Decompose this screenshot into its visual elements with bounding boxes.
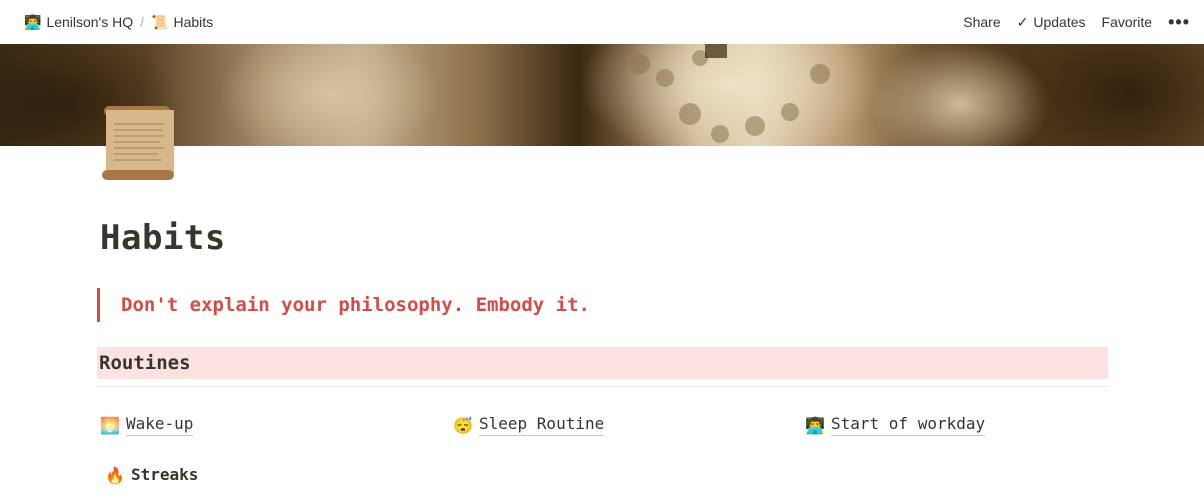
- share-button[interactable]: Share: [963, 14, 1000, 30]
- link-label: Wake-up: [126, 414, 194, 436]
- breadcrumb-item-habits[interactable]: 📜 Habits: [151, 12, 213, 33]
- checkmark-icon: ✓: [1016, 13, 1029, 30]
- technologist-icon: 👨‍💻: [24, 13, 42, 30]
- link-label: Sleep Routine: [479, 414, 605, 436]
- breadcrumb-item-workspace[interactable]: 👨‍💻 Lenilson's HQ: [24, 12, 133, 33]
- page-scroll-icon[interactable]: [100, 102, 176, 182]
- more-options-icon[interactable]: •••: [1168, 13, 1190, 31]
- page-title[interactable]: Habits: [100, 218, 226, 258]
- topbar: 👨‍💻 Lenilson's HQ / 📜 Habits Share ✓ Upd…: [0, 0, 1204, 44]
- link-start-of-workday[interactable]: 👨‍💻 Start of workday: [805, 414, 986, 436]
- sunrise-icon: 🌅: [100, 415, 120, 435]
- breadcrumb-label: Lenilson's HQ: [46, 14, 134, 30]
- link-label: Start of workday: [831, 414, 986, 436]
- link-label: Streaks: [131, 465, 199, 484]
- fire-icon: 🔥: [105, 466, 125, 485]
- scroll-icon: [102, 106, 174, 180]
- cover-image[interactable]: [0, 44, 1204, 146]
- technologist-icon: 👨‍💻: [805, 415, 825, 435]
- breadcrumb-separator: /: [140, 14, 145, 30]
- sleeping-face-icon: 😴: [453, 415, 473, 435]
- updates-label: Updates: [1033, 14, 1086, 30]
- statue-cover-art: [0, 44, 1204, 146]
- divider: [97, 386, 1108, 387]
- scroll-icon: 📜: [151, 13, 169, 30]
- header-actions: Share ✓ Updates Favorite •••: [963, 13, 1190, 31]
- link-sleep-routine[interactable]: 😴 Sleep Routine: [453, 414, 605, 436]
- breadcrumb-label: Habits: [173, 14, 214, 30]
- link-wake-up[interactable]: 🌅 Wake-up: [100, 414, 194, 436]
- favorite-button[interactable]: Favorite: [1102, 14, 1153, 30]
- quote-block[interactable]: Don't explain your philosophy. Embody it…: [97, 288, 590, 322]
- breadcrumb: 👨‍💻 Lenilson's HQ / 📜 Habits: [24, 12, 213, 33]
- updates-button[interactable]: ✓ Updates: [1017, 14, 1086, 31]
- link-streaks[interactable]: 🔥 Streaks: [105, 465, 198, 486]
- section-heading-routines[interactable]: Routines: [97, 347, 1108, 379]
